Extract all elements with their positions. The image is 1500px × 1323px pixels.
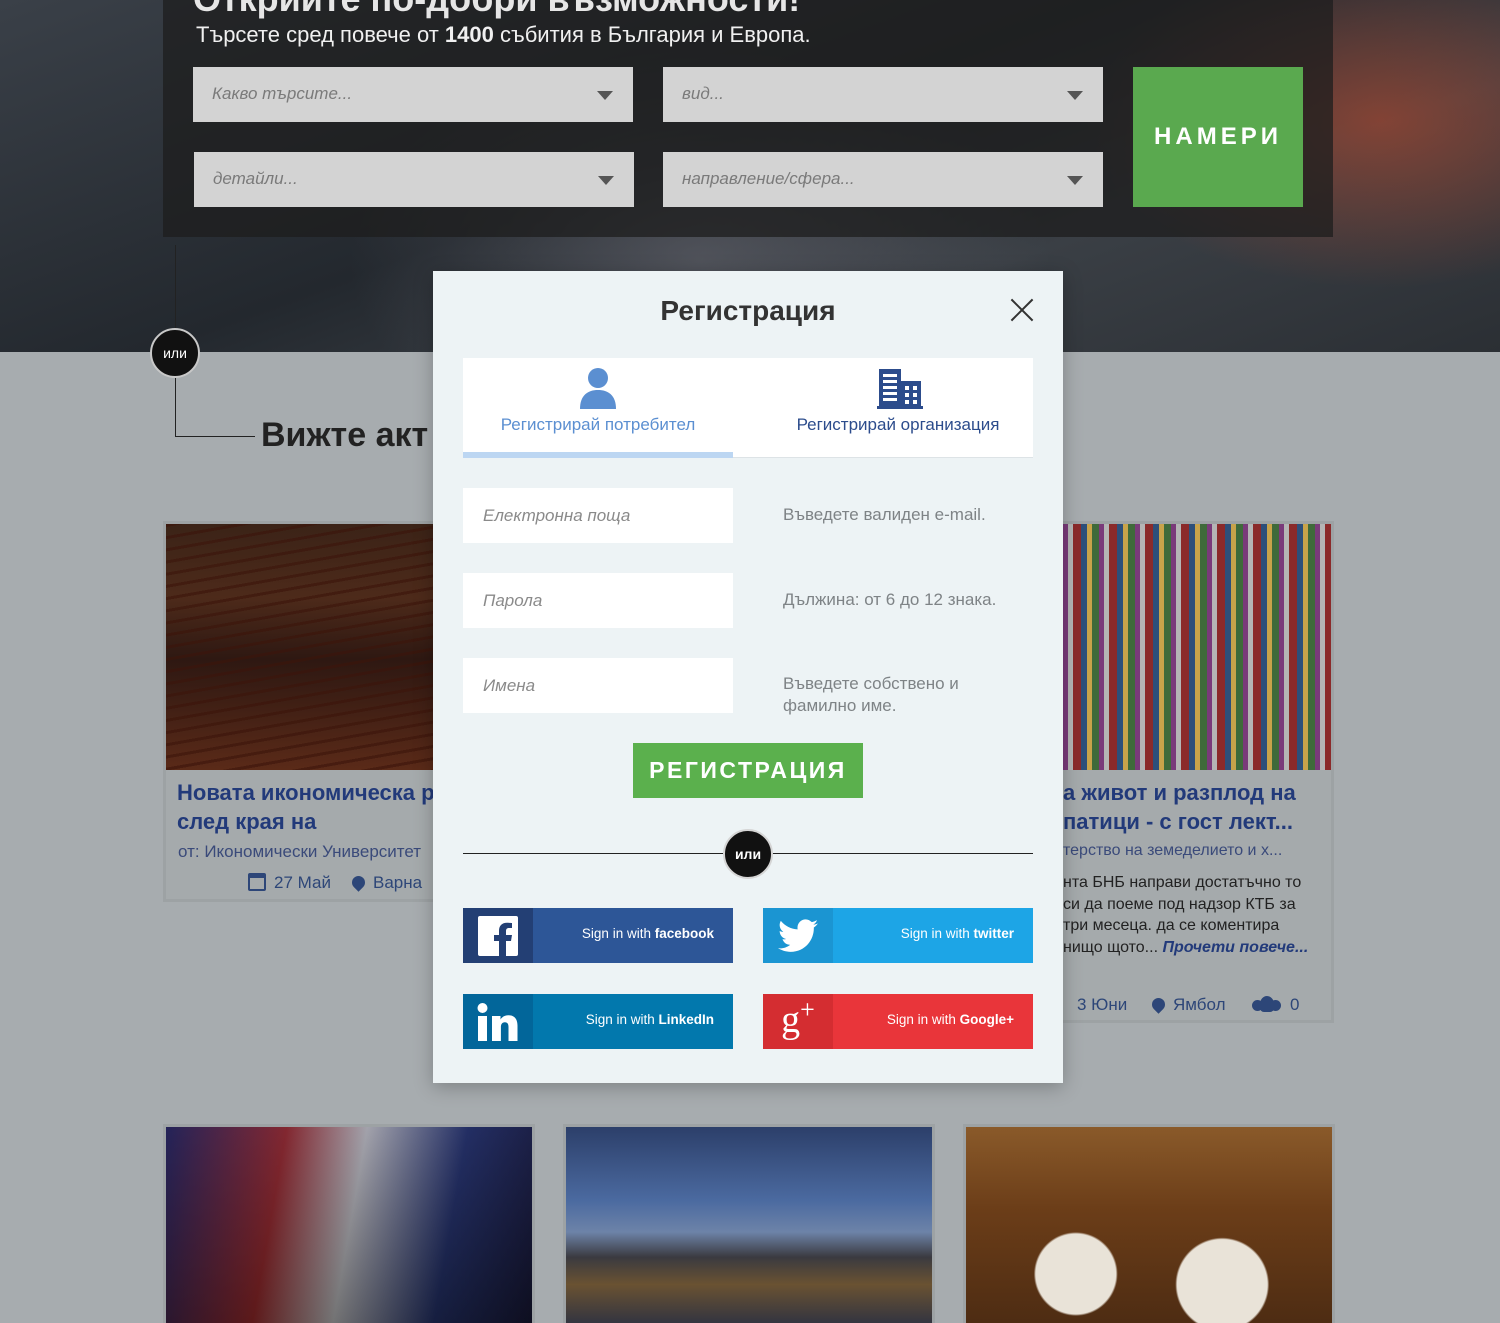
registration-modal: Регистрация Регистрирай потребител Регис… xyxy=(433,271,1063,1083)
twitter-icon xyxy=(778,918,818,952)
register-button[interactable]: РЕГИСТРАЦИЯ xyxy=(633,743,863,798)
email-field[interactable] xyxy=(463,488,733,543)
password-hint: Дължина: от 6 до 12 знака. xyxy=(783,590,997,609)
name-field[interactable] xyxy=(463,658,733,713)
google-plus-signin-button[interactable]: g+ Sign in with Google+ xyxy=(763,994,1033,1049)
twitter-signin-button[interactable]: Sign in with twitter xyxy=(763,908,1033,963)
password-field[interactable] xyxy=(463,573,733,628)
or-badge: или xyxy=(723,829,773,879)
building-icon xyxy=(877,369,923,409)
user-icon xyxy=(580,368,616,409)
linkedin-icon xyxy=(477,1002,518,1041)
linkedin-signin-button[interactable]: Sign in with LinkedIn xyxy=(463,994,733,1049)
email-hint: Въведете валиден e-mail. xyxy=(783,505,986,524)
close-icon[interactable] xyxy=(1010,298,1034,322)
google-plus-icon: g+ xyxy=(781,994,815,1041)
facebook-signin-button[interactable]: Sign in with facebook xyxy=(463,908,733,963)
tab-register-organization[interactable]: Регистрирай организация xyxy=(763,358,1033,458)
registration-tabs: Регистрирай потребител Регистрирай орган… xyxy=(463,358,1033,458)
modal-title: Регистрация xyxy=(660,295,836,326)
facebook-icon xyxy=(478,915,518,956)
name-hint: Въведете собствено и фамилно име. xyxy=(783,674,959,715)
tab-register-user[interactable]: Регистрирай потребител xyxy=(463,358,733,458)
